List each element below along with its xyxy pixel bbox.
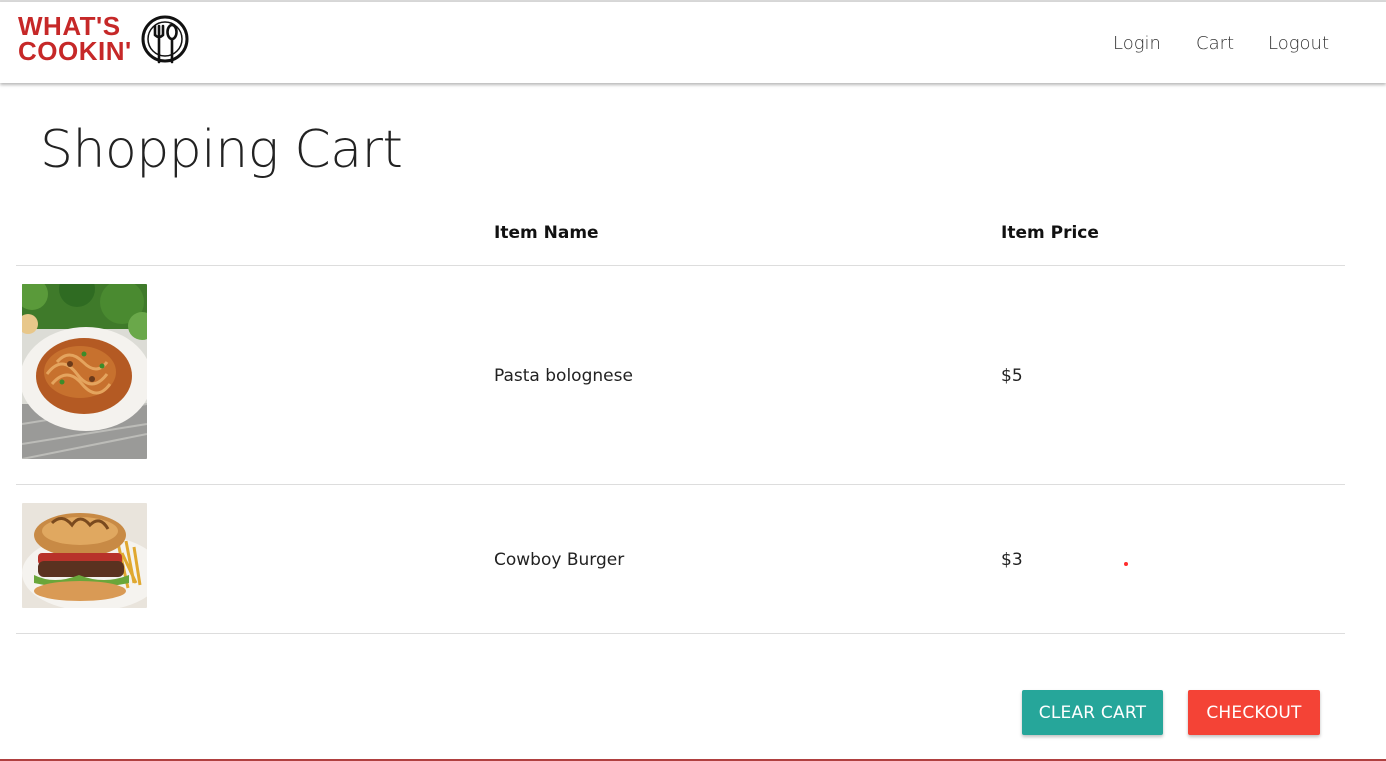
row-divider	[16, 633, 1345, 634]
fork-spoon-plate-icon	[141, 15, 189, 64]
page-title: Shopping Cart	[40, 120, 403, 180]
navbar: WHAT'S COOKIN' Login Cart Logout	[0, 2, 1386, 83]
nav-login-link[interactable]: Login	[1113, 33, 1161, 54]
row-item-price: $5	[1001, 366, 1023, 386]
header-item-price: Item Price	[1001, 223, 1099, 243]
pasta-bolognese-photo	[22, 284, 147, 459]
cursor-dot	[1124, 562, 1128, 566]
checkout-button[interactable]: CHECKOUT	[1188, 690, 1320, 735]
row-item-name: Pasta bolognese	[494, 366, 633, 386]
clear-cart-button[interactable]: CLEAR CART	[1022, 690, 1163, 735]
brand-line-2: COOKIN'	[18, 36, 132, 66]
row-divider	[16, 484, 1345, 485]
table-divider	[16, 265, 1345, 266]
cowboy-burger-photo	[22, 503, 147, 608]
header-item-name: Item Name	[494, 223, 599, 243]
brand-logo[interactable]: WHAT'S COOKIN'	[18, 12, 193, 72]
nav-logout-link[interactable]: Logout	[1268, 33, 1329, 54]
brand-text: WHAT'S COOKIN'	[18, 13, 132, 66]
row-item-name: Cowboy Burger	[494, 550, 625, 570]
nav-cart-link[interactable]: Cart	[1196, 33, 1234, 54]
row-item-price: $3	[1001, 550, 1023, 570]
